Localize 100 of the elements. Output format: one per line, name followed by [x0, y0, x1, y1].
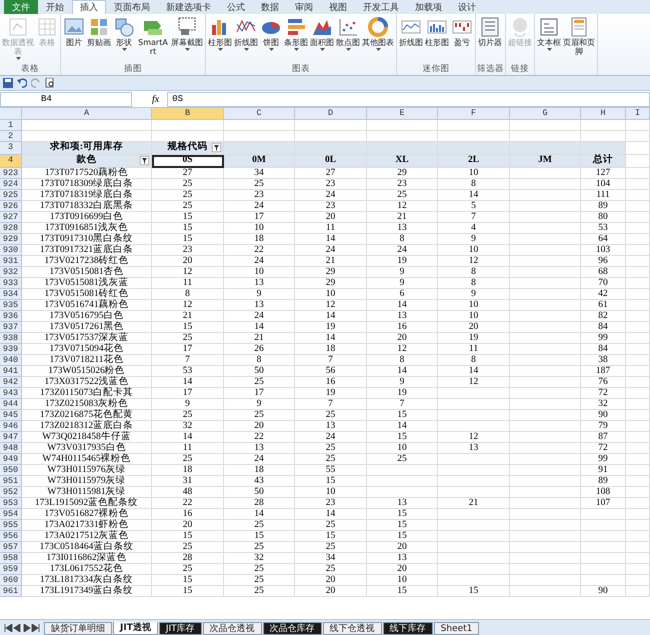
row-header[interactable]: 955: [0, 520, 22, 531]
row-header[interactable]: 941: [0, 366, 22, 377]
row-header[interactable]: 948: [0, 443, 22, 454]
ribbon-tab[interactable]: 插入: [72, 0, 106, 14]
ribbon-button[interactable]: SmartArt: [136, 16, 170, 64]
column-header[interactable]: A: [22, 108, 152, 120]
row-header[interactable]: 956: [0, 531, 22, 542]
row-header[interactable]: 927: [0, 212, 22, 223]
filter-icon[interactable]: [212, 143, 221, 152]
formula-field[interactable]: 0S: [167, 92, 650, 106]
sheet-tab[interactable]: 缺货订单明细: [44, 622, 112, 635]
print-preview-icon[interactable]: [45, 78, 55, 88]
ribbon-tab[interactable]: 公式: [219, 0, 253, 14]
row-header[interactable]: 933: [0, 278, 22, 289]
row-header[interactable]: 950: [0, 465, 22, 476]
row-header[interactable]: 949: [0, 454, 22, 465]
ribbon-tab[interactable]: 新建选项卡: [158, 0, 219, 14]
row-header[interactable]: 931: [0, 256, 22, 267]
row-header[interactable]: 945: [0, 410, 22, 421]
ribbon-button[interactable]: 形状: [112, 16, 136, 64]
name-box[interactable]: B4: [0, 92, 132, 106]
row-header[interactable]: 934: [0, 289, 22, 300]
row-header[interactable]: 961: [0, 586, 22, 597]
row-header[interactable]: 951: [0, 476, 22, 487]
sheet-tab[interactable]: 次品仓透视: [202, 622, 262, 635]
ribbon-button[interactable]: 屏幕截图: [170, 16, 204, 64]
row-header[interactable]: 923: [0, 168, 22, 179]
column-header[interactable]: E: [367, 108, 438, 120]
ribbon-button[interactable]: 柱形图: [424, 16, 450, 64]
ribbon-tab[interactable]: 审阅: [287, 0, 321, 14]
ribbon-button[interactable]: 饼图: [259, 16, 283, 64]
ribbon-tab[interactable]: 设计: [450, 0, 484, 14]
row-header[interactable]: 932: [0, 267, 22, 278]
ribbon-button[interactable]: 剪贴画: [86, 16, 112, 64]
filter-icon[interactable]: [140, 156, 149, 165]
row-header[interactable]: 939: [0, 344, 22, 355]
row-header[interactable]: 930: [0, 245, 22, 256]
ribbon-button[interactable]: 页眉和页脚: [562, 16, 596, 64]
row-header[interactable]: 929: [0, 234, 22, 245]
ribbon-button[interactable]: 其他图表: [361, 16, 395, 64]
row-header[interactable]: 936: [0, 311, 22, 322]
row-header[interactable]: 958: [0, 553, 22, 564]
sheet-tab[interactable]: JIT透视: [113, 622, 158, 635]
column-header[interactable]: I: [626, 108, 650, 120]
column-header[interactable]: G: [510, 108, 581, 120]
row-header[interactable]: 926: [0, 201, 22, 212]
row-header[interactable]: 942: [0, 377, 22, 388]
row-header[interactable]: 957: [0, 542, 22, 553]
ribbon-button[interactable]: 盈亏: [450, 16, 474, 64]
ribbon-button[interactable]: 切片器: [477, 16, 503, 64]
row-header[interactable]: 954: [0, 509, 22, 520]
row-header[interactable]: 925: [0, 190, 22, 201]
row-header[interactable]: 935: [0, 300, 22, 311]
column-header[interactable]: B: [152, 108, 224, 120]
row-header[interactable]: 938: [0, 333, 22, 344]
row-header[interactable]: 944: [0, 399, 22, 410]
row-header[interactable]: 952: [0, 487, 22, 498]
value-cell: 21: [295, 256, 367, 267]
column-header[interactable]: D: [295, 108, 367, 120]
column-header[interactable]: C: [224, 108, 295, 120]
row-header[interactable]: 1: [0, 120, 22, 131]
column-header[interactable]: H: [581, 108, 626, 120]
ribbon-button[interactable]: 散点图: [335, 16, 361, 64]
ribbon-tab[interactable]: 开始: [38, 0, 72, 14]
sheet-tab[interactable]: 线下仓透视: [322, 622, 382, 635]
row-header[interactable]: 947: [0, 432, 22, 443]
ribbon-tab[interactable]: 开发工具: [355, 0, 407, 14]
ribbon-button[interactable]: 折线图: [398, 16, 424, 64]
row-header[interactable]: 946: [0, 421, 22, 432]
sheet-tab[interactable]: 线下库存: [382, 622, 433, 635]
row-header[interactable]: 943: [0, 388, 22, 399]
ribbon-tab[interactable]: 文件: [4, 0, 38, 14]
row-header[interactable]: 953: [0, 498, 22, 509]
ribbon-button[interactable]: 条形图: [283, 16, 309, 64]
row-header[interactable]: 4: [0, 155, 22, 168]
row-header[interactable]: 3: [0, 142, 22, 155]
ribbon-button[interactable]: 面积图: [309, 16, 335, 64]
column-header[interactable]: F: [438, 108, 510, 120]
row-header[interactable]: 928: [0, 223, 22, 234]
sheet-tab[interactable]: 次品仓库存: [262, 622, 322, 635]
row-header[interactable]: 960: [0, 575, 22, 586]
undo-icon[interactable]: [17, 78, 27, 88]
ribbon-button[interactable]: 图片: [62, 16, 86, 64]
ribbon-button[interactable]: 折线图: [233, 16, 259, 64]
ribbon-button[interactable]: 柱形图: [207, 16, 233, 64]
row-header[interactable]: 924: [0, 179, 22, 190]
row-header[interactable]: 940: [0, 355, 22, 366]
ribbon-tab[interactable]: 数据: [253, 0, 287, 14]
row-header[interactable]: 959: [0, 564, 22, 575]
save-icon[interactable]: [3, 78, 13, 88]
row-header[interactable]: 937: [0, 322, 22, 333]
sheet-tab[interactable]: JIT库存: [158, 622, 202, 635]
sheet-navigation-icon[interactable]: [4, 624, 40, 632]
ribbon-button[interactable]: 文本框: [536, 16, 562, 64]
row-header[interactable]: 2: [0, 131, 22, 142]
ribbon-tab[interactable]: 页面布局: [106, 0, 158, 14]
ribbon-tab[interactable]: 加载项: [407, 0, 450, 14]
function-button[interactable]: fx: [152, 94, 160, 104]
sheet-tab[interactable]: Sheet1: [434, 622, 480, 635]
ribbon-tab[interactable]: 视图: [321, 0, 355, 14]
